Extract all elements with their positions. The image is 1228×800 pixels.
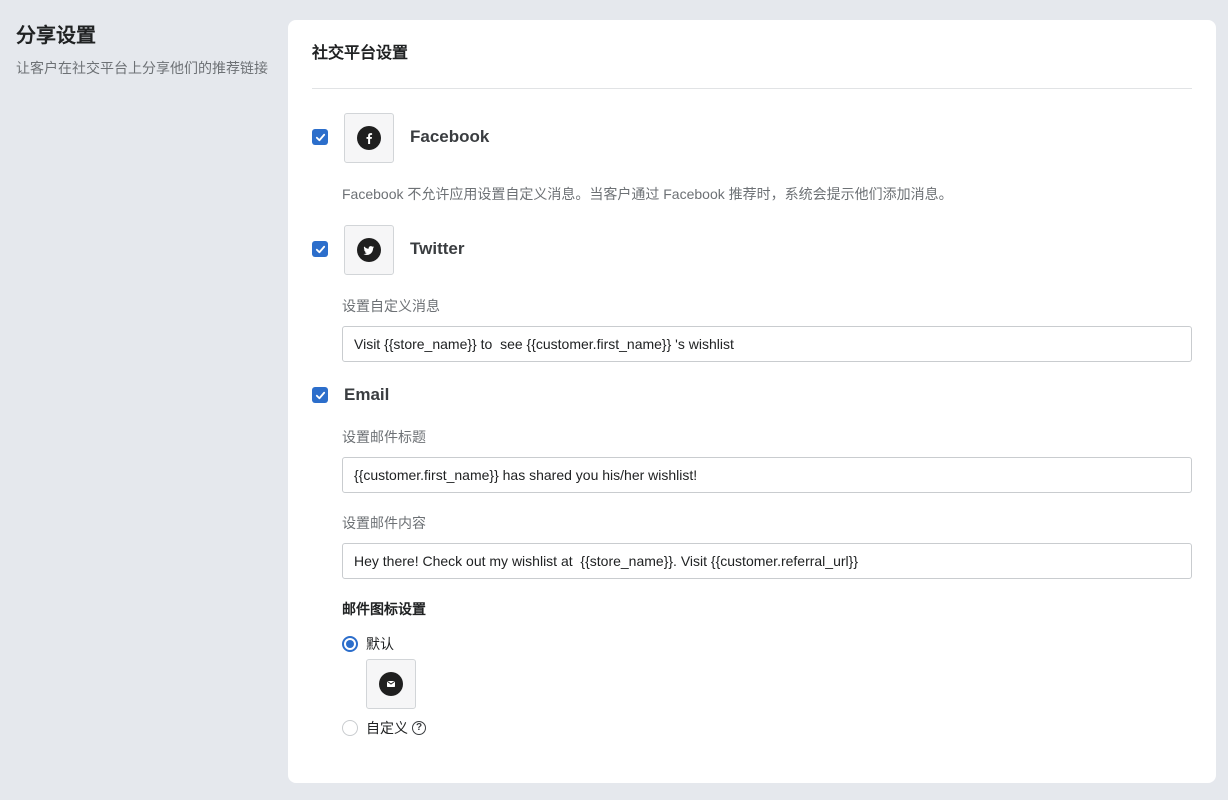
social-platform-card: 社交平台设置 Facebook Facebook 不允许应用设置自定义消息。当客…	[288, 20, 1216, 783]
email-checkbox[interactable]	[312, 387, 328, 403]
section-intro: 分享设置 让客户在社交平台上分享他们的推荐链接	[16, 24, 276, 78]
help-icon[interactable]: ?	[412, 721, 426, 735]
default-icon-radio-label[interactable]: 默认	[366, 634, 394, 654]
facebook-checkbox[interactable]	[312, 129, 328, 145]
section-title: 分享设置	[16, 25, 96, 47]
email-body-input[interactable]	[342, 543, 1192, 579]
email-icon-settings-heading: 邮件图标设置	[342, 601, 426, 617]
email-body-label: 设置邮件内容	[342, 515, 426, 531]
custom-icon-radio-label[interactable]: 自定义	[366, 718, 408, 738]
twitter-icon	[357, 238, 381, 262]
twitter-logo-box	[344, 225, 394, 275]
card-divider	[312, 88, 1192, 89]
default-mail-icon-box	[366, 659, 416, 709]
card-title: 社交平台设置	[312, 45, 409, 62]
facebook-logo-box	[344, 113, 394, 163]
email-label: Email	[344, 385, 390, 404]
checkmark-icon	[315, 245, 325, 253]
checkmark-icon	[315, 391, 325, 399]
mail-icon	[379, 672, 403, 696]
share-settings-page: 分享设置 让客户在社交平台上分享他们的推荐链接 社交平台设置 Facebook …	[0, 0, 1228, 800]
twitter-label: Twitter	[410, 239, 465, 258]
twitter-message-input[interactable]	[342, 326, 1192, 362]
facebook-icon	[357, 126, 381, 150]
facebook-label: Facebook	[410, 127, 490, 146]
checkmark-icon	[315, 133, 325, 141]
email-subject-input[interactable]	[342, 457, 1192, 493]
facebook-note: Facebook 不允许应用设置自定义消息。当客户通过 Facebook 推荐时…	[342, 186, 953, 202]
email-subject-label: 设置邮件标题	[342, 429, 426, 445]
twitter-checkbox[interactable]	[312, 241, 328, 257]
custom-icon-radio[interactable]	[342, 720, 358, 736]
section-description: 让客户在社交平台上分享他们的推荐链接	[16, 60, 268, 76]
default-icon-radio[interactable]	[342, 636, 358, 652]
twitter-message-label: 设置自定义消息	[342, 298, 440, 314]
